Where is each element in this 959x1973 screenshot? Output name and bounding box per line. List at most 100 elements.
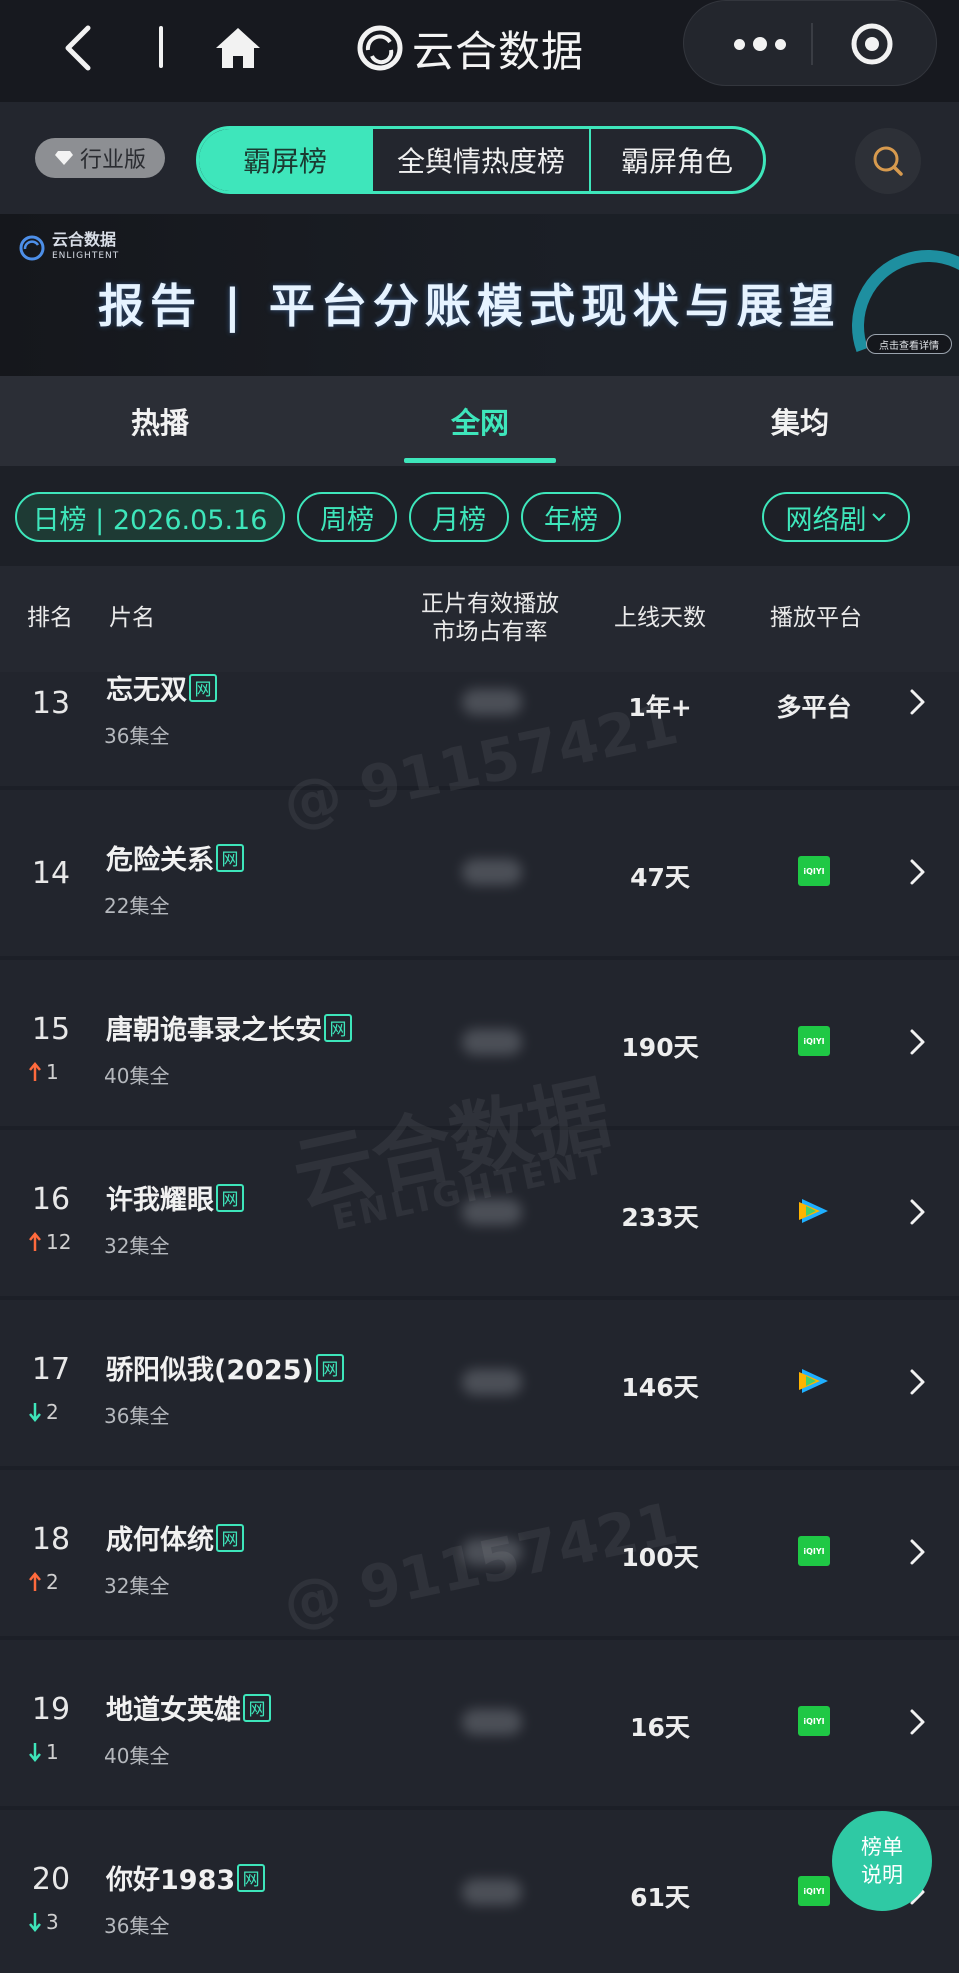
show-title: 骄阳似我(2025) 网 — [106, 1348, 344, 1387]
table-row[interactable]: 16 12 许我耀眼 网 32集全 233天 — [0, 1130, 959, 1296]
chevron-right-icon[interactable] — [908, 1368, 926, 1396]
filter-category-select[interactable]: 网络剧 — [762, 492, 910, 542]
search-icon[interactable] — [855, 128, 921, 194]
chevron-right-icon[interactable] — [908, 1028, 926, 1056]
show-title-text: 成何体统 — [106, 1525, 214, 1556]
chevron-left-icon[interactable] — [58, 22, 98, 74]
web-drama-tag: 网 — [216, 843, 244, 872]
report-banner[interactable]: 云合数据 ENLIGHTENT 报告 | 平台分账模式现状与展望 点击查看详情 — [0, 214, 959, 376]
chevron-right-icon[interactable] — [908, 1538, 926, 1566]
rank-change-value: 1 — [46, 1740, 59, 1764]
chevron-right-icon[interactable] — [908, 688, 926, 716]
ranking-list: 13 忘无双 网 36集全 1年+ 多平台 14 危险关系 网 22集全 47天 iQI… — [0, 672, 959, 1973]
show-title-text: 忘无双 — [106, 675, 187, 706]
platform: iQIYI — [744, 856, 884, 886]
show-title-text: 地道女英雄 — [106, 1695, 241, 1726]
platform: 多平台 — [744, 688, 884, 724]
market-share-blurred — [462, 1709, 522, 1735]
filter-weekly[interactable]: 周榜 — [297, 492, 397, 542]
days-online: 47天 — [630, 863, 690, 892]
arrow-down-icon — [29, 1743, 41, 1762]
top-nav-bar: 云合数据 — [0, 0, 959, 102]
web-drama-tag: 网 — [216, 1183, 244, 1212]
table-row[interactable]: 15 1 唐朝诡事录之长安 网 40集全 190天 iQIYI — [0, 960, 959, 1126]
days-online: 100天 — [621, 1543, 699, 1572]
filter-daily-date[interactable]: 日榜 | 2026.05.16 — [15, 492, 285, 542]
more-dots-icon[interactable] — [720, 27, 800, 61]
chevron-right-icon[interactable] — [908, 858, 926, 886]
table-row[interactable]: 17 2 骄阳似我(2025) 网 36集全 146天 — [0, 1300, 959, 1466]
table-row[interactable]: 14 危险关系 网 22集全 47天 iQIYI — [0, 790, 959, 956]
iqiyi-icon: iQIYI — [798, 1876, 830, 1906]
web-drama-tag: 网 — [216, 1523, 244, 1552]
chevron-right-icon[interactable] — [908, 1708, 926, 1736]
target-close-icon[interactable] — [849, 21, 895, 67]
episode-count: 36集全 — [104, 1404, 170, 1428]
app-title-text: 云合数据 — [412, 26, 585, 76]
days-online: 190天 — [621, 1033, 699, 1062]
episode-count: 36集全 — [104, 1914, 170, 1938]
rank-number: 17 — [31, 1352, 71, 1387]
show-title: 忘无双 网 — [106, 672, 217, 707]
rank-number: 18 — [31, 1522, 71, 1557]
home-icon[interactable] — [212, 22, 264, 74]
col-days: 上线天数 — [614, 605, 706, 631]
web-drama-tag: 网 — [243, 1693, 271, 1722]
rank-change-value: 1 — [46, 1060, 59, 1084]
banner-cta-button[interactable]: 点击查看详情 — [866, 334, 952, 354]
episode-count: 32集全 — [104, 1234, 170, 1258]
tab-public-opinion-heat[interactable]: 全舆情热度榜 — [373, 129, 591, 191]
col-rank: 排名 — [27, 605, 73, 631]
filter-category-label: 网络剧 — [785, 504, 867, 536]
show-title: 危险关系 网 — [106, 838, 244, 877]
tab-per-episode[interactable]: 集均 — [720, 376, 880, 466]
episode-count: 40集全 — [104, 1744, 170, 1768]
market-share-blurred — [462, 1369, 522, 1395]
rank-number: 20 — [31, 1862, 71, 1897]
show-title-text: 你好1983 — [106, 1865, 236, 1896]
rank-change: 12 — [28, 1230, 88, 1254]
banner-ring-graphic — [842, 240, 959, 376]
show-title-text: 骄阳似我(2025) — [106, 1355, 314, 1386]
tab-hot[interactable]: 热播 — [80, 376, 240, 466]
tab-all-network[interactable]: 全网 — [400, 376, 560, 466]
tab-dominant-roles[interactable]: 霸屏角色 — [591, 129, 763, 191]
main-tabs: 霸屏榜 全舆情热度榜 霸屏角色 — [196, 126, 766, 194]
fab-line2: 说明 — [861, 1863, 903, 1887]
col-platform: 播放平台 — [770, 605, 862, 631]
ranking-explanation-button[interactable]: 榜单 说明 — [832, 1811, 932, 1911]
rank-change: 3 — [28, 1910, 88, 1934]
rank-number: 16 — [31, 1182, 71, 1217]
table-row[interactable]: 18 2 成何体统 网 32集全 100天 iQIYI — [0, 1470, 959, 1636]
market-share-blurred — [462, 1199, 522, 1225]
platform: iQIYI — [744, 1706, 884, 1736]
table-row[interactable]: 20 3 你好1983 网 36集全 61天 iQIYI — [0, 1810, 959, 1973]
rank-change-value: 2 — [46, 1400, 59, 1424]
edition-badge[interactable]: 行业版 — [35, 138, 165, 178]
filter-yearly[interactable]: 年榜 — [521, 492, 621, 542]
table-row[interactable]: 19 1 地道女英雄 网 40集全 16天 iQIYI — [0, 1640, 959, 1806]
web-drama-tag: 网 — [189, 673, 217, 702]
filter-monthly[interactable]: 月榜 — [409, 492, 509, 542]
platform: iQIYI — [744, 1536, 884, 1566]
rank-change: 2 — [28, 1570, 88, 1594]
episode-count: 36集全 — [104, 724, 170, 748]
rank-change: 1 — [28, 1740, 88, 1764]
platform — [744, 1196, 884, 1226]
show-title: 许我耀眼 网 — [106, 1178, 244, 1217]
market-share-blurred — [462, 1029, 522, 1055]
tab-dominant-screen[interactable]: 霸屏榜 — [199, 129, 373, 191]
active-tab-indicator — [404, 458, 556, 463]
banner-headline: 报告 | 平台分账模式现状与展望 — [98, 279, 841, 333]
rank-change-value: 3 — [46, 1910, 59, 1934]
days-online: 233天 — [621, 1203, 699, 1232]
episode-count: 32集全 — [104, 1574, 170, 1598]
brand-logo-icon — [19, 235, 45, 261]
show-title-text: 唐朝诡事录之长安 — [106, 1015, 322, 1046]
fab-line1: 榜单 — [861, 1835, 903, 1859]
table-row[interactable]: 13 忘无双 网 36集全 1年+ 多平台 — [0, 672, 959, 786]
chevron-right-icon[interactable] — [908, 1198, 926, 1226]
web-drama-tag: 网 — [237, 1863, 266, 1892]
view-tabs: 热播 全网 集均 — [0, 376, 959, 466]
platform-text: 多平台 — [776, 693, 852, 722]
